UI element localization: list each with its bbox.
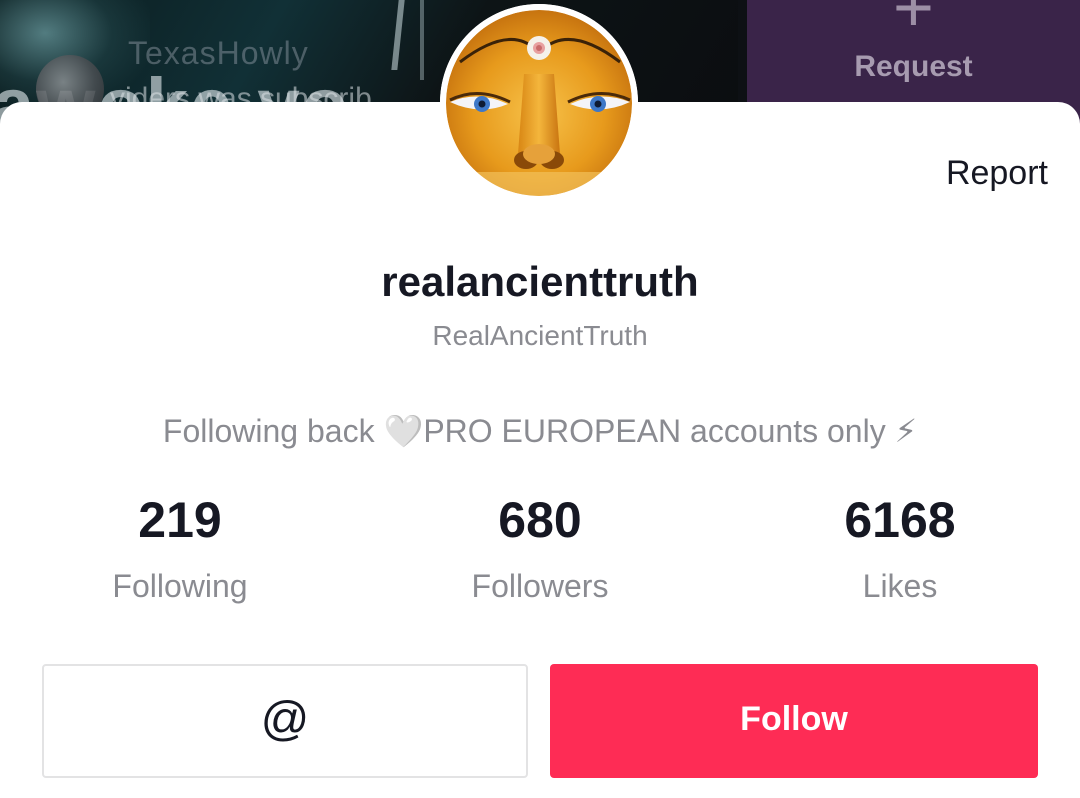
video-light-streak [391, 0, 405, 70]
commenter-name: TexasHowly [128, 35, 309, 71]
follow-button[interactable]: Follow [550, 664, 1038, 778]
profile-stats: 219 Following 680 Followers 6168 Likes [0, 490, 1080, 630]
stat-label: Followers [471, 568, 609, 604]
at-sign-icon: @ [260, 693, 310, 746]
follow-label: Follow [740, 700, 848, 738]
stat-value: 680 [498, 492, 582, 548]
report-button[interactable]: Report [946, 154, 1048, 193]
stat-following[interactable]: 219 Following [0, 490, 360, 605]
stat-likes: 6168 Likes [720, 490, 1080, 605]
stat-value: 6168 [844, 492, 956, 548]
profile-bio: Following back 🤍PRO EUROPEAN accounts on… [162, 413, 918, 449]
request-label: Request [854, 50, 973, 83]
mention-button[interactable]: @ [42, 664, 528, 778]
plus-icon: + [893, 0, 934, 46]
stat-followers[interactable]: 680 Followers [360, 490, 720, 605]
stat-label: Following [112, 568, 248, 604]
profile-display-name: RealAncientTruth [432, 320, 648, 351]
stat-label: Likes [862, 568, 938, 604]
stat-value: 219 [138, 492, 222, 548]
live-profile-screen: awoke vo TexasHowly viders was subscrib … [0, 0, 1080, 798]
profile-username: realancienttruth [381, 258, 699, 305]
video-light-streak [420, 0, 424, 80]
golden-buddha-face-icon [440, 4, 638, 202]
profile-avatar[interactable] [440, 4, 638, 202]
